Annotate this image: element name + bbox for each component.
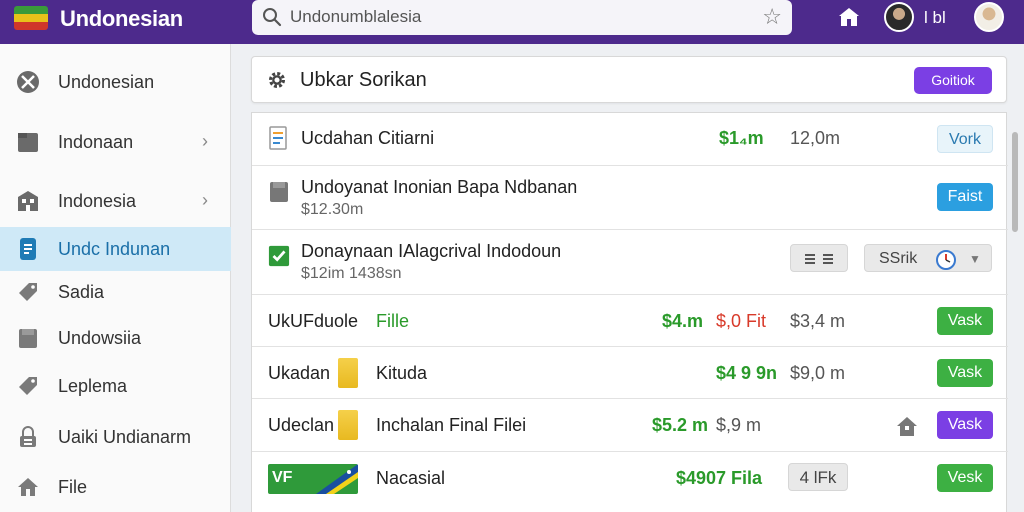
avatar-secondary[interactable] bbox=[974, 2, 1004, 32]
amount-value: $4.m bbox=[662, 311, 704, 331]
file-label: Kituda bbox=[376, 363, 428, 383]
sidebar-item-label: Undonesian bbox=[58, 72, 155, 92]
size-value: 12,0m bbox=[790, 128, 841, 148]
panel-header: Ubkar Sorikan Goitiok bbox=[251, 56, 1007, 103]
row-action-button[interactable]: Vesk bbox=[937, 464, 993, 492]
folder-icon bbox=[338, 410, 358, 440]
sidebar-item-label: Indonesia bbox=[58, 191, 137, 211]
sidebar-item-label: Indonaan bbox=[58, 132, 134, 152]
list-item[interactable]: VF Nacasial $4907 Fila 4 lFk Vesk bbox=[252, 452, 1008, 512]
header-action-button[interactable]: Goitiok bbox=[914, 67, 992, 94]
row-action-button[interactable]: Vask bbox=[937, 307, 993, 335]
checkbox-icon[interactable] bbox=[268, 244, 290, 268]
item-subtitle: $12im 1438sn bbox=[301, 265, 402, 282]
list-item[interactable]: UkUFduole Fille $4.m $,0 Fit $3,4 m Vask bbox=[252, 295, 1008, 347]
item-title: Ucdahan Citiarni bbox=[301, 128, 435, 148]
gear-icon[interactable] bbox=[266, 69, 288, 91]
amount-value: $4 9 9n bbox=[716, 363, 778, 383]
search-input[interactable] bbox=[290, 6, 750, 28]
sidebar-item-label: Uaiki Undianarm bbox=[58, 427, 192, 447]
tag-icon bbox=[19, 377, 37, 395]
amount-value: $5.2 m bbox=[652, 415, 709, 435]
sidebar-item-sadia[interactable]: Sadia bbox=[0, 270, 231, 314]
item-list: Ucdahan Citiarni $1₄m 12,0m Vork Undoyan… bbox=[251, 112, 1008, 512]
size-value: $,9 m bbox=[716, 415, 762, 435]
home-icon bbox=[18, 478, 38, 496]
document-icon bbox=[20, 238, 36, 260]
amount-negative: $,0 Fit bbox=[716, 311, 767, 331]
sidebar-item-indonesia[interactable]: Indonesia › bbox=[0, 179, 231, 223]
item-title: Donaynaan IAlagcrival Indodoun bbox=[301, 241, 562, 261]
size-value: $9,0 m bbox=[790, 363, 846, 383]
list-item[interactable]: Donaynaan IAlagcrival Indodoun $12im 143… bbox=[252, 230, 1008, 295]
sidebar-item-label: Undc Indunan bbox=[58, 239, 171, 259]
home-icon[interactable] bbox=[896, 415, 918, 437]
avatar[interactable] bbox=[884, 2, 914, 32]
list-item[interactable]: Undoyanat Inonian Bapa Ndbanan $12.30m F… bbox=[252, 166, 1008, 230]
file-icon bbox=[19, 329, 37, 348]
sort-dropdown[interactable]: SSrik ▼ bbox=[864, 244, 992, 272]
sidebar-item-undonesian[interactable]: Undonesian bbox=[0, 60, 231, 104]
tag-icon bbox=[19, 283, 37, 301]
item-title: UkUFduole bbox=[268, 311, 359, 331]
list-icon bbox=[805, 254, 833, 264]
clock-icon bbox=[936, 250, 956, 270]
sidebar-item-undc-indunan[interactable]: Undc Indunan bbox=[0, 227, 231, 271]
user-name: l bl bbox=[924, 8, 946, 27]
home-icon[interactable] bbox=[838, 7, 860, 27]
globe-icon bbox=[17, 71, 39, 93]
sidebar-item-label: Sadia bbox=[58, 282, 105, 302]
sidebar-item-label: File bbox=[58, 477, 88, 497]
amount-value: $1₄m bbox=[719, 128, 764, 148]
search-icon bbox=[263, 8, 282, 27]
file-icon bbox=[270, 182, 288, 202]
sidebar-item-indonaan[interactable]: Indonaan › bbox=[0, 120, 231, 164]
file-label: Inchalan Final Filei bbox=[376, 415, 527, 435]
item-title: Undoyanat Inonian Bapa Ndbanan bbox=[301, 177, 578, 197]
list-view-button[interactable] bbox=[790, 244, 848, 272]
count-chip[interactable]: 4 lFk bbox=[788, 463, 848, 491]
building-icon bbox=[18, 191, 38, 211]
row-action-button[interactable]: Vask bbox=[937, 359, 993, 387]
sidebar-item-label: Undowsiia bbox=[58, 328, 142, 348]
chevron-down-icon: ▼ bbox=[969, 252, 981, 266]
list-item[interactable]: Ucdahan Citiarni $1₄m 12,0m Vork bbox=[252, 113, 1008, 166]
folder-icon bbox=[338, 358, 358, 388]
item-subtitle: $12.30m bbox=[301, 201, 364, 218]
sidebar: Undonesian Indonaan › Indonesia › Undc I… bbox=[0, 44, 231, 512]
document-icon bbox=[269, 126, 287, 150]
scrollbar[interactable] bbox=[1012, 132, 1018, 232]
flag-icon bbox=[14, 6, 48, 30]
item-title: Ukadan bbox=[268, 363, 331, 383]
item-title: Nacasial bbox=[376, 468, 446, 488]
top-bar: Undonesian ☆ l bl bbox=[0, 0, 1024, 44]
sort-label: SSrik bbox=[879, 250, 918, 267]
sidebar-item-uaiki-undianarm[interactable]: Uaiki Undianarm bbox=[0, 415, 231, 459]
star-icon[interactable]: ☆ bbox=[762, 4, 782, 30]
app-title: Undonesian bbox=[60, 6, 183, 31]
row-action-button[interactable]: Faist bbox=[937, 183, 993, 211]
panel-title: Ubkar Sorikan bbox=[300, 69, 427, 91]
badge-thumbnail: VF bbox=[268, 464, 358, 494]
chevron-right-icon: › bbox=[202, 131, 208, 151]
lock-icon bbox=[20, 426, 36, 447]
sidebar-item-leplema[interactable]: Leplema bbox=[0, 364, 231, 408]
item-title: Udeclan bbox=[268, 415, 335, 435]
amount-value: $4907 Fila bbox=[676, 468, 763, 488]
list-item[interactable]: Udeclan Inchalan Final Filei $5.2 m $,9 … bbox=[252, 399, 1008, 452]
sidebar-item-undowsiia[interactable]: Undowsiia bbox=[0, 316, 231, 360]
row-action-button[interactable]: Vork bbox=[937, 125, 993, 153]
folder-icon bbox=[18, 133, 38, 152]
size-value: $3,4 m bbox=[790, 311, 846, 331]
chevron-right-icon: › bbox=[202, 190, 208, 210]
list-item[interactable]: Ukadan Kituda $4 9 9n $9,0 m Vask bbox=[252, 347, 1008, 399]
badge-text: VF bbox=[272, 469, 293, 486]
search-bar[interactable]: ☆ bbox=[252, 0, 792, 35]
sidebar-item-label: Leplema bbox=[58, 376, 128, 396]
file-label: Fille bbox=[376, 311, 410, 331]
row-action-button[interactable]: Vask bbox=[937, 411, 993, 439]
sidebar-item-file[interactable]: File bbox=[0, 465, 231, 509]
